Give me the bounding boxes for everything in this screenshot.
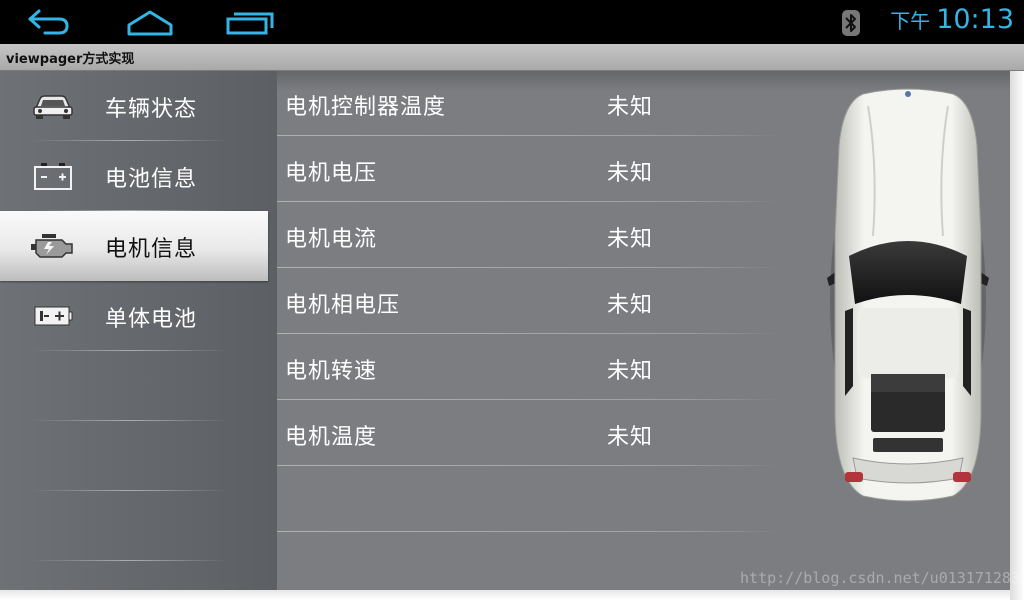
sidebar-item-label: 电机信息 [105,237,198,262]
back-icon [28,9,69,35]
car-top-view-image [827,88,989,502]
info-row-label: 电机温度 [285,425,378,450]
row-divider [277,201,782,202]
row-divider [277,399,782,400]
sidebar: 车辆状态 电池信息 电机信息 单体电池 [0,71,277,590]
bottom-edge [0,590,1010,600]
system-bar: 下午 10:13 [0,0,1024,44]
row-divider [277,267,782,268]
recent-apps-icon [226,12,274,35]
watermark: http://blog.csdn.net/u013171283 [740,569,1020,587]
bluetooth-icon [842,10,860,36]
info-row-value: 未知 [607,359,654,384]
info-row-value: 未知 [607,425,654,450]
clock: 下午 10:13 [890,4,1014,40]
sidebar-item-cell-battery[interactable]: 单体电池 [0,281,268,351]
info-row-label: 电机控制器温度 [285,95,447,120]
sidebar-item-battery-info[interactable]: 电池信息 [0,141,268,211]
title-bar: viewpager方式实现 [0,44,1024,71]
back-button[interactable] [22,6,74,38]
info-row-value: 未知 [607,293,654,318]
sidebar-divider [30,490,230,491]
engine-icon [30,228,76,264]
info-row-label: 电机电流 [285,227,378,252]
sidebar-item-label: 单体电池 [105,307,198,332]
info-row-motor-temperature: 电机温度 未知 [277,401,777,467]
info-row-label: 电机电压 [285,161,378,186]
info-row-value: 未知 [607,161,654,186]
info-row-phase-voltage: 电机相电压 未知 [277,269,777,335]
app-title: viewpager方式实现 [6,52,135,67]
sidebar-divider [30,560,230,561]
info-row-value: 未知 [607,95,654,120]
sidebar-item-motor-info[interactable]: 电机信息 [0,211,268,281]
sidebar-divider [30,350,230,351]
clock-time: 10:13 [936,4,1014,35]
cell-battery-icon [30,298,76,334]
home-button[interactable] [124,6,176,38]
info-row-label: 电机相电压 [285,293,401,318]
sidebar-item-label: 电池信息 [105,167,198,192]
recent-apps-button[interactable] [224,6,276,38]
row-divider [277,333,782,334]
info-row-motor-current: 电机电流 未知 [277,203,777,269]
sidebar-item-label: 车辆状态 [105,97,198,122]
info-row-label: 电机转速 [285,359,378,384]
car-icon [30,88,76,124]
info-row-value: 未知 [607,227,654,252]
sidebar-item-vehicle-status[interactable]: 车辆状态 [0,71,268,141]
right-edge [1010,71,1024,600]
sidebar-divider [30,420,230,421]
row-divider [277,135,782,136]
battery-icon [30,158,76,194]
info-row-motor-speed: 电机转速 未知 [277,335,777,401]
row-divider [277,465,782,466]
row-divider [277,531,782,532]
info-row-motor-voltage: 电机电压 未知 [277,137,777,203]
clock-ampm: 下午 [890,9,931,33]
home-icon [127,10,173,36]
